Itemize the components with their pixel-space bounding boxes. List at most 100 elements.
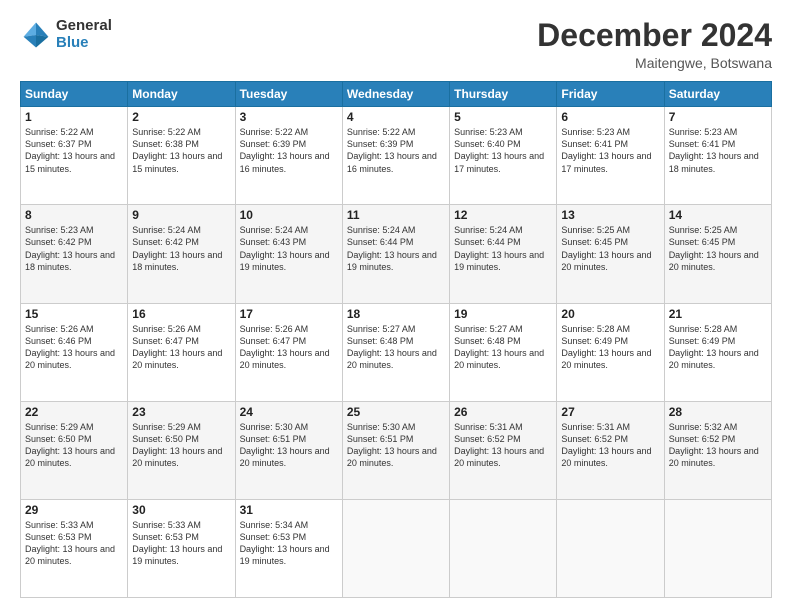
cell-info: Sunrise: 5:22 AMSunset: 6:38 PMDaylight:… bbox=[132, 127, 222, 173]
table-row: 6 Sunrise: 5:23 AMSunset: 6:41 PMDayligh… bbox=[557, 107, 664, 205]
day-number: 23 bbox=[132, 405, 230, 419]
table-row bbox=[664, 499, 771, 597]
calendar-week-row: 1 Sunrise: 5:22 AMSunset: 6:37 PMDayligh… bbox=[21, 107, 772, 205]
day-number: 22 bbox=[25, 405, 123, 419]
table-row: 25 Sunrise: 5:30 AMSunset: 6:51 PMDaylig… bbox=[342, 401, 449, 499]
col-sunday: Sunday bbox=[21, 82, 128, 107]
cell-info: Sunrise: 5:30 AMSunset: 6:51 PMDaylight:… bbox=[240, 422, 330, 468]
day-number: 13 bbox=[561, 208, 659, 222]
day-number: 12 bbox=[454, 208, 552, 222]
table-row: 24 Sunrise: 5:30 AMSunset: 6:51 PMDaylig… bbox=[235, 401, 342, 499]
table-row: 14 Sunrise: 5:25 AMSunset: 6:45 PMDaylig… bbox=[664, 205, 771, 303]
cell-info: Sunrise: 5:23 AMSunset: 6:40 PMDaylight:… bbox=[454, 127, 544, 173]
cell-info: Sunrise: 5:25 AMSunset: 6:45 PMDaylight:… bbox=[669, 225, 759, 271]
day-number: 3 bbox=[240, 110, 338, 124]
table-row: 18 Sunrise: 5:27 AMSunset: 6:48 PMDaylig… bbox=[342, 303, 449, 401]
table-row: 10 Sunrise: 5:24 AMSunset: 6:43 PMDaylig… bbox=[235, 205, 342, 303]
cell-info: Sunrise: 5:23 AMSunset: 6:41 PMDaylight:… bbox=[669, 127, 759, 173]
table-row: 22 Sunrise: 5:29 AMSunset: 6:50 PMDaylig… bbox=[21, 401, 128, 499]
table-row: 2 Sunrise: 5:22 AMSunset: 6:38 PMDayligh… bbox=[128, 107, 235, 205]
day-number: 17 bbox=[240, 307, 338, 321]
day-number: 6 bbox=[561, 110, 659, 124]
calendar-week-row: 15 Sunrise: 5:26 AMSunset: 6:46 PMDaylig… bbox=[21, 303, 772, 401]
table-row: 21 Sunrise: 5:28 AMSunset: 6:49 PMDaylig… bbox=[664, 303, 771, 401]
cell-info: Sunrise: 5:34 AMSunset: 6:53 PMDaylight:… bbox=[240, 520, 330, 566]
day-number: 29 bbox=[25, 503, 123, 517]
col-monday: Monday bbox=[128, 82, 235, 107]
table-row bbox=[450, 499, 557, 597]
table-row: 9 Sunrise: 5:24 AMSunset: 6:42 PMDayligh… bbox=[128, 205, 235, 303]
cell-info: Sunrise: 5:31 AMSunset: 6:52 PMDaylight:… bbox=[561, 422, 651, 468]
day-number: 14 bbox=[669, 208, 767, 222]
day-number: 28 bbox=[669, 405, 767, 419]
cell-info: Sunrise: 5:31 AMSunset: 6:52 PMDaylight:… bbox=[454, 422, 544, 468]
cell-info: Sunrise: 5:24 AMSunset: 6:44 PMDaylight:… bbox=[454, 225, 544, 271]
day-number: 7 bbox=[669, 110, 767, 124]
cell-info: Sunrise: 5:28 AMSunset: 6:49 PMDaylight:… bbox=[669, 324, 759, 370]
table-row: 16 Sunrise: 5:26 AMSunset: 6:47 PMDaylig… bbox=[128, 303, 235, 401]
table-row: 12 Sunrise: 5:24 AMSunset: 6:44 PMDaylig… bbox=[450, 205, 557, 303]
cell-info: Sunrise: 5:27 AMSunset: 6:48 PMDaylight:… bbox=[454, 324, 544, 370]
table-row: 7 Sunrise: 5:23 AMSunset: 6:41 PMDayligh… bbox=[664, 107, 771, 205]
col-friday: Friday bbox=[557, 82, 664, 107]
title-block: December 2024 Maitengwe, Botswana bbox=[537, 18, 772, 71]
day-number: 20 bbox=[561, 307, 659, 321]
cell-info: Sunrise: 5:25 AMSunset: 6:45 PMDaylight:… bbox=[561, 225, 651, 271]
cell-info: Sunrise: 5:33 AMSunset: 6:53 PMDaylight:… bbox=[25, 520, 115, 566]
day-number: 21 bbox=[669, 307, 767, 321]
day-number: 31 bbox=[240, 503, 338, 517]
cell-info: Sunrise: 5:24 AMSunset: 6:44 PMDaylight:… bbox=[347, 225, 437, 271]
table-row: 11 Sunrise: 5:24 AMSunset: 6:44 PMDaylig… bbox=[342, 205, 449, 303]
cell-info: Sunrise: 5:32 AMSunset: 6:52 PMDaylight:… bbox=[669, 422, 759, 468]
table-row: 15 Sunrise: 5:26 AMSunset: 6:46 PMDaylig… bbox=[21, 303, 128, 401]
col-wednesday: Wednesday bbox=[342, 82, 449, 107]
logo: General Blue bbox=[20, 18, 112, 51]
day-number: 27 bbox=[561, 405, 659, 419]
logo-icon bbox=[20, 19, 52, 51]
day-number: 19 bbox=[454, 307, 552, 321]
location: Maitengwe, Botswana bbox=[537, 55, 772, 71]
cell-info: Sunrise: 5:22 AMSunset: 6:39 PMDaylight:… bbox=[240, 127, 330, 173]
calendar-table: Sunday Monday Tuesday Wednesday Thursday… bbox=[20, 81, 772, 598]
cell-info: Sunrise: 5:23 AMSunset: 6:41 PMDaylight:… bbox=[561, 127, 651, 173]
day-number: 10 bbox=[240, 208, 338, 222]
table-row: 13 Sunrise: 5:25 AMSunset: 6:45 PMDaylig… bbox=[557, 205, 664, 303]
table-row bbox=[342, 499, 449, 597]
table-row: 30 Sunrise: 5:33 AMSunset: 6:53 PMDaylig… bbox=[128, 499, 235, 597]
page: General Blue December 2024 Maitengwe, Bo… bbox=[0, 0, 792, 612]
day-number: 8 bbox=[25, 208, 123, 222]
cell-info: Sunrise: 5:26 AMSunset: 6:46 PMDaylight:… bbox=[25, 324, 115, 370]
col-tuesday: Tuesday bbox=[235, 82, 342, 107]
logo-general-text: General bbox=[56, 18, 112, 35]
table-row: 20 Sunrise: 5:28 AMSunset: 6:49 PMDaylig… bbox=[557, 303, 664, 401]
cell-info: Sunrise: 5:27 AMSunset: 6:48 PMDaylight:… bbox=[347, 324, 437, 370]
header: General Blue December 2024 Maitengwe, Bo… bbox=[20, 18, 772, 71]
cell-info: Sunrise: 5:22 AMSunset: 6:39 PMDaylight:… bbox=[347, 127, 437, 173]
table-row: 23 Sunrise: 5:29 AMSunset: 6:50 PMDaylig… bbox=[128, 401, 235, 499]
day-number: 16 bbox=[132, 307, 230, 321]
month-title: December 2024 bbox=[537, 18, 772, 53]
day-number: 11 bbox=[347, 208, 445, 222]
table-row: 19 Sunrise: 5:27 AMSunset: 6:48 PMDaylig… bbox=[450, 303, 557, 401]
day-number: 26 bbox=[454, 405, 552, 419]
cell-info: Sunrise: 5:26 AMSunset: 6:47 PMDaylight:… bbox=[132, 324, 222, 370]
calendar-header-row: Sunday Monday Tuesday Wednesday Thursday… bbox=[21, 82, 772, 107]
day-number: 15 bbox=[25, 307, 123, 321]
table-row: 1 Sunrise: 5:22 AMSunset: 6:37 PMDayligh… bbox=[21, 107, 128, 205]
table-row: 17 Sunrise: 5:26 AMSunset: 6:47 PMDaylig… bbox=[235, 303, 342, 401]
day-number: 5 bbox=[454, 110, 552, 124]
col-thursday: Thursday bbox=[450, 82, 557, 107]
cell-info: Sunrise: 5:24 AMSunset: 6:43 PMDaylight:… bbox=[240, 225, 330, 271]
day-number: 4 bbox=[347, 110, 445, 124]
day-number: 2 bbox=[132, 110, 230, 124]
logo-blue-text: Blue bbox=[56, 35, 112, 52]
table-row: 5 Sunrise: 5:23 AMSunset: 6:40 PMDayligh… bbox=[450, 107, 557, 205]
cell-info: Sunrise: 5:29 AMSunset: 6:50 PMDaylight:… bbox=[132, 422, 222, 468]
cell-info: Sunrise: 5:33 AMSunset: 6:53 PMDaylight:… bbox=[132, 520, 222, 566]
logo-text: General Blue bbox=[56, 18, 112, 51]
cell-info: Sunrise: 5:24 AMSunset: 6:42 PMDaylight:… bbox=[132, 225, 222, 271]
day-number: 9 bbox=[132, 208, 230, 222]
cell-info: Sunrise: 5:28 AMSunset: 6:49 PMDaylight:… bbox=[561, 324, 651, 370]
table-row: 3 Sunrise: 5:22 AMSunset: 6:39 PMDayligh… bbox=[235, 107, 342, 205]
cell-info: Sunrise: 5:29 AMSunset: 6:50 PMDaylight:… bbox=[25, 422, 115, 468]
